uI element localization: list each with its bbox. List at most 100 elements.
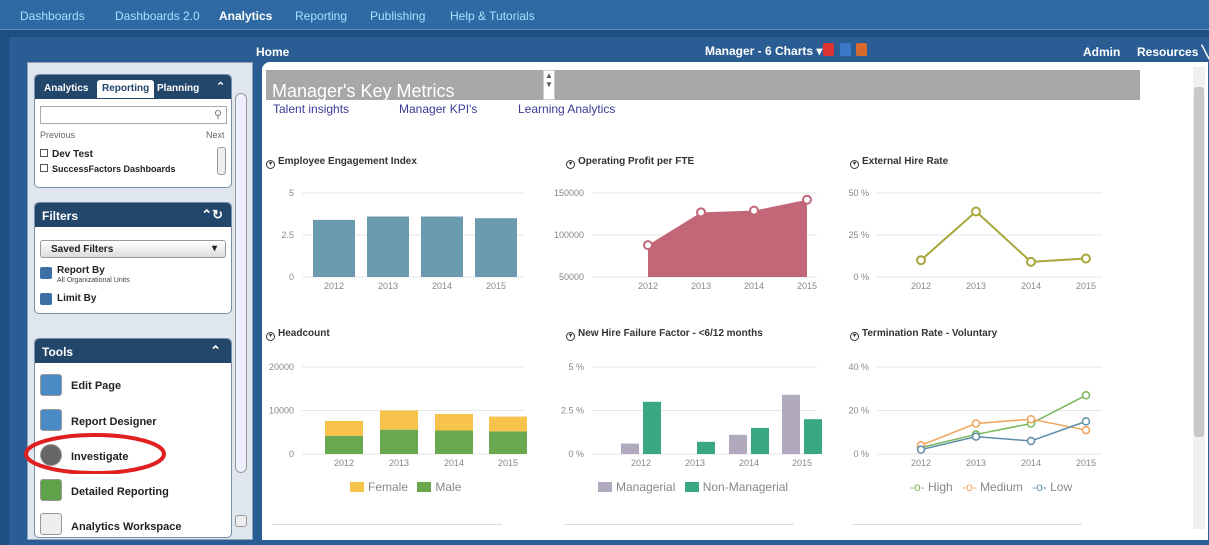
bar-male	[435, 430, 473, 454]
analytics-workspace-icon	[40, 513, 62, 535]
legend-headcount: Female Male	[350, 480, 461, 494]
nav-help-tutorials[interactable]: Help & Tutorials	[450, 9, 535, 23]
legend-termination: -o- High -o- Medium -o- Low	[910, 480, 1072, 494]
legend-label: Medium	[980, 480, 1023, 494]
x-tick-label: 2015	[1076, 458, 1096, 468]
search-input[interactable]: ⚲	[40, 106, 227, 124]
x-tick-label: 2013	[685, 458, 705, 468]
x-tick-label: 2013	[966, 281, 986, 291]
bar-non-managerial	[697, 441, 715, 454]
legend-nhff: Managerial Non-Managerial	[598, 480, 788, 494]
y-tick-label: 0	[289, 272, 294, 282]
powerpoint-icon[interactable]	[856, 43, 867, 56]
admin-menu[interactable]: Admin	[1083, 45, 1120, 59]
y-tick-label: 2.5	[281, 230, 294, 240]
area-fill	[648, 199, 807, 277]
y-tick-label: 10000	[269, 406, 294, 416]
expand-icon	[40, 149, 48, 157]
data-point	[971, 206, 981, 217]
next-link[interactable]: Next	[206, 130, 225, 140]
main-content: Manager's Key Metrics ▲ ▼ Talent insights…	[262, 62, 1208, 540]
y-tick-label: 20000	[269, 362, 294, 372]
resources-menu[interactable]: Resources ╲	[1137, 45, 1209, 59]
x-tick-label: 2012	[631, 458, 651, 468]
bar-non-managerial	[643, 401, 661, 454]
x-tick-label: 2014	[1021, 281, 1041, 291]
collapse-icon[interactable]: ⌃	[216, 80, 225, 93]
filters-title-bar: Filters ⌃↻	[35, 203, 231, 227]
x-tick-label: 2014	[1021, 458, 1041, 468]
charts-canvas: 52.502012 2013 2014 20151500001000005000020…	[269, 188, 1102, 468]
data-point	[749, 205, 759, 216]
bar	[367, 216, 409, 277]
chevron-down-icon: ▾	[211, 243, 217, 254]
nav-dashboards[interactable]: Dashboards	[20, 9, 85, 23]
data-point	[1081, 425, 1091, 435]
y-tick-label: 25 %	[848, 230, 869, 240]
legend-marker: -o-	[910, 480, 925, 494]
y-tick-label: 20 %	[848, 406, 869, 416]
nav-analytics[interactable]: Analytics	[219, 9, 272, 23]
previous-link[interactable]: Previous	[40, 130, 75, 140]
data-point	[1026, 436, 1036, 446]
report-by-label[interactable]: Report By	[57, 265, 105, 276]
sidebar-scrollbar[interactable]	[235, 93, 247, 473]
legend-label: Male	[435, 480, 462, 494]
bar-non-managerial	[751, 427, 769, 454]
filters-title: Filters	[42, 209, 79, 223]
charts-menu[interactable]: Manager - 6 Charts ▾	[705, 44, 822, 58]
legend-label: Female	[368, 480, 409, 494]
x-tick-label: 2015	[792, 458, 812, 468]
refresh-icon[interactable]: ⌃↻	[201, 207, 223, 223]
org-units-icon	[40, 267, 52, 279]
search-icon[interactable]: ⚲	[214, 108, 222, 121]
data-point	[916, 445, 926, 454]
data-point	[802, 194, 812, 205]
data-point	[1026, 414, 1036, 424]
data-point	[916, 255, 926, 266]
report-by-value: All Organizational Units	[57, 277, 130, 284]
bar-non-managerial	[804, 419, 822, 454]
x-tick-label: 2015	[498, 458, 518, 468]
legend-marker: -o-	[962, 480, 977, 494]
top-navigation-bar: Dashboards Dashboards 2.0 Analytics Repo…	[0, 0, 1209, 30]
x-tick-label: 2012	[911, 458, 931, 468]
data-point	[1026, 256, 1036, 267]
report-designer-icon	[40, 409, 62, 431]
nav-publishing[interactable]: Publishing	[370, 9, 425, 23]
home-label: Home	[256, 45, 290, 59]
data-point	[1081, 417, 1091, 426]
pdf-icon[interactable]	[823, 43, 834, 56]
y-tick-label: 5	[289, 188, 294, 198]
saved-filters-select[interactable]: Saved Filters ▾	[40, 240, 226, 258]
tab-planning[interactable]: Planning	[152, 80, 204, 98]
bar-female	[489, 416, 527, 432]
x-tick-label: 2014	[444, 458, 464, 468]
limit-by-label[interactable]: Limit By	[57, 293, 96, 304]
list-item[interactable]: SuccessFactors Dashboards	[40, 164, 176, 174]
list-scrollbar[interactable]	[217, 147, 226, 175]
content-scroll-thumb[interactable]	[1194, 87, 1204, 437]
x-tick-label: 2015	[486, 281, 506, 291]
legend-label: Managerial	[616, 480, 676, 494]
left-sidebar: Analytics Reporting Planning ⌃ ⚲ Previou…	[27, 62, 253, 540]
nav-reporting[interactable]: Reporting	[295, 9, 347, 23]
x-tick-label: 2014	[744, 281, 764, 291]
bar-managerial	[729, 434, 747, 454]
divider	[852, 524, 1082, 525]
series-line	[920, 210, 1087, 263]
tool-label: Detailed Reporting	[71, 486, 169, 498]
limit-icon	[40, 293, 52, 305]
tab-reporting[interactable]: Reporting	[97, 80, 155, 98]
data-point	[1081, 391, 1091, 400]
content-scrollbar[interactable]	[1193, 67, 1205, 529]
bar-female	[325, 420, 363, 436]
tab-analytics[interactable]: Analytics	[39, 80, 93, 98]
legend-label: High	[928, 480, 953, 494]
sidebar-scroll-down[interactable]	[235, 515, 247, 527]
word-icon[interactable]	[840, 43, 851, 56]
list-item[interactable]: Dev Test	[40, 149, 93, 160]
nav-dashboards-2[interactable]: Dashboards 2.0	[115, 9, 200, 23]
collapse-icon[interactable]: ⌃	[210, 343, 221, 359]
tool-label: Edit Page	[71, 380, 122, 392]
